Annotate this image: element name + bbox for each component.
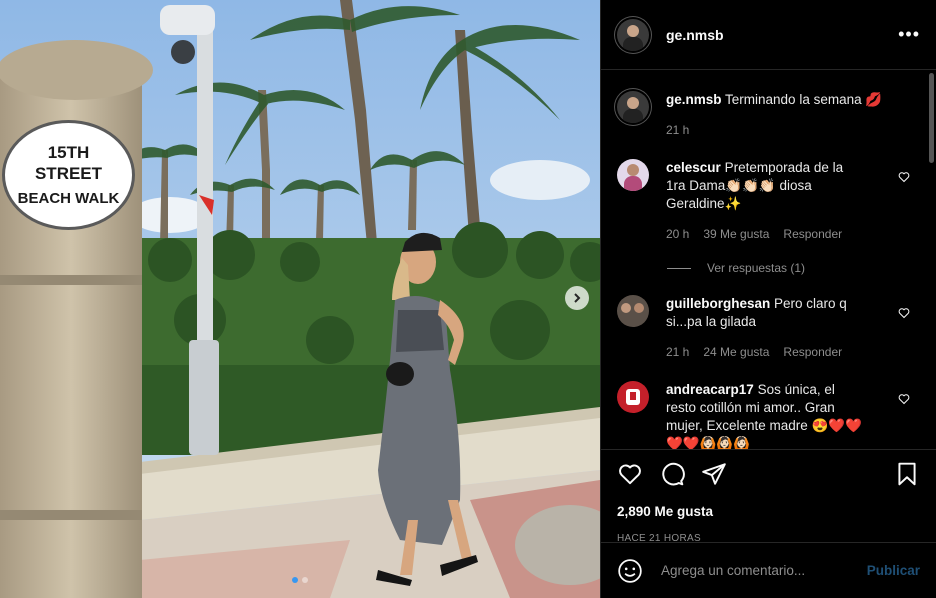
- view-replies-label[interactable]: Ver respuestas (1): [707, 261, 805, 275]
- comment-username[interactable]: guilleborghesan: [666, 296, 770, 311]
- chevron-right-icon: [574, 293, 581, 303]
- reply-button[interactable]: Responder: [783, 343, 842, 361]
- comment-item: guilleborghesan Pero claro q si...pa la …: [617, 295, 920, 361]
- post-header: ge.nmsb •••: [601, 0, 936, 70]
- comment-username[interactable]: celescur: [666, 160, 721, 175]
- caption-text: Terminando la semana 💋: [725, 92, 883, 107]
- caption-username[interactable]: ge.nmsb: [666, 92, 722, 107]
- comment-bubble-icon[interactable]: [659, 461, 685, 487]
- share-paper-plane-icon[interactable]: [701, 461, 727, 487]
- like-comment-heart-icon[interactable]: [898, 307, 910, 319]
- comment-likes[interactable]: 24 Me gusta: [703, 343, 769, 361]
- comment-time[interactable]: 21 h: [666, 343, 689, 361]
- author-avatar[interactable]: [617, 18, 649, 51]
- publish-button[interactable]: Publicar: [867, 563, 920, 578]
- add-comment-bar: Publicar: [601, 542, 936, 598]
- more-options-icon[interactable]: •••: [898, 24, 920, 45]
- comments-list: ge.nmsb Terminando la semana 💋 21 h cele…: [601, 71, 936, 449]
- like-heart-icon[interactable]: [617, 461, 643, 487]
- post-photo[interactable]: 15TH STREET BEACH WALK: [0, 0, 600, 598]
- caption: ge.nmsb Terminando la semana 💋 21 h: [617, 91, 920, 139]
- comment-input[interactable]: [659, 562, 867, 579]
- likes-count[interactable]: 2,890 Me gusta: [617, 504, 920, 519]
- post-actions: 2,890 Me gusta HACE 21 HORAS: [601, 449, 936, 544]
- comment-username[interactable]: andreacarp17: [666, 382, 754, 397]
- carousel-dot-2: [302, 577, 308, 583]
- street-sign: 15TH STREET BEACH WALK: [2, 120, 135, 230]
- emoji-icon[interactable]: [617, 558, 643, 584]
- post-panel: ge.nmsb ••• ge.nmsb Terminando la semana…: [600, 0, 936, 598]
- like-comment-heart-icon[interactable]: [898, 171, 910, 183]
- save-bookmark-icon[interactable]: [894, 461, 920, 487]
- street-sign-line3: BEACH WALK: [17, 189, 120, 207]
- carousel-dot-1: [292, 577, 298, 583]
- street-sign-line1: 15TH: [47, 142, 90, 162]
- carousel-indicator: [292, 577, 308, 583]
- replies-line: [667, 267, 691, 269]
- comment-likes[interactable]: 39 Me gusta: [703, 225, 769, 243]
- comment-item: andreacarp17 Sos única, el resto cotilló…: [617, 381, 920, 449]
- view-replies-button[interactable]: Ver respuestas (1): [667, 261, 920, 275]
- comment-item: celescur Pretemporada de la 1ra Dama👏🏻👏🏻…: [617, 159, 920, 243]
- carousel-next-button[interactable]: [565, 286, 589, 310]
- post-image: [0, 0, 600, 598]
- comment-avatar[interactable]: [617, 295, 649, 327]
- like-comment-heart-icon[interactable]: [898, 393, 910, 405]
- comment-time[interactable]: 20 h: [666, 225, 689, 243]
- reply-button[interactable]: Responder: [783, 225, 842, 243]
- street-sign-line2: STREET: [34, 163, 103, 183]
- comment-avatar[interactable]: [617, 381, 649, 413]
- caption-time[interactable]: 21 h: [666, 121, 689, 139]
- caption-avatar[interactable]: [617, 91, 649, 123]
- comment-avatar[interactable]: [617, 159, 649, 191]
- author-username[interactable]: ge.nmsb: [666, 27, 724, 43]
